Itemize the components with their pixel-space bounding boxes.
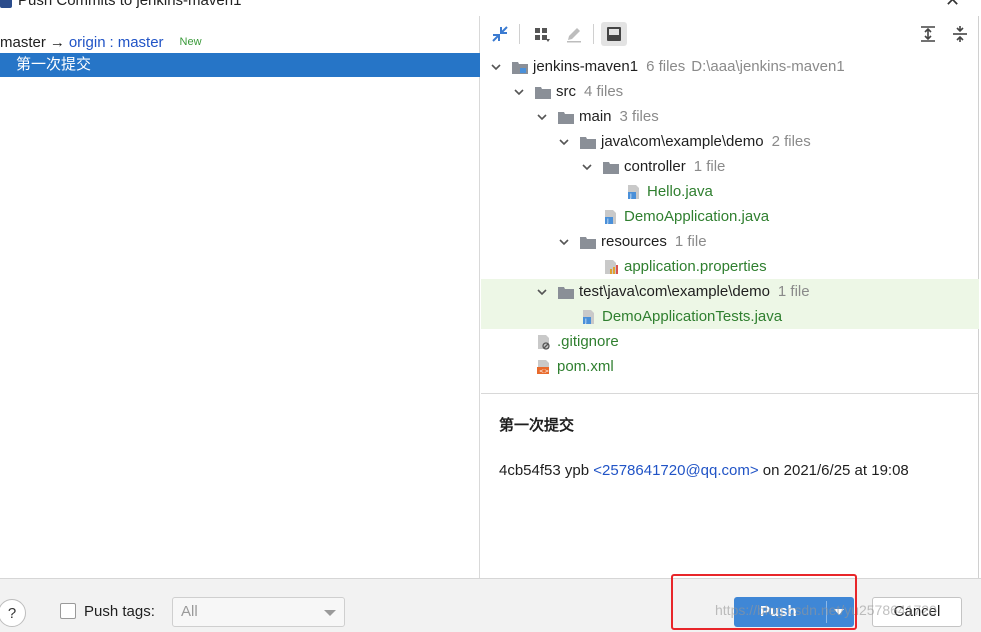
- commit-details: 第一次提交 4cb54f53 ypb <2578641720@qq.com> o…: [481, 393, 979, 578]
- tree-row-test-package[interactable]: test\java\com\example\demo 1 file: [481, 279, 979, 304]
- tree-label: test\java\com\example\demo: [579, 283, 770, 300]
- toolbar-divider: [519, 24, 520, 44]
- file-count: 4 files: [584, 83, 624, 100]
- gitignore-file-icon: [535, 334, 553, 350]
- tree-row-controller[interactable]: controller 1 file: [481, 154, 979, 179]
- tree-row-main[interactable]: main 3 files: [481, 104, 979, 129]
- svg-text:J: J: [629, 193, 632, 200]
- chevron-down-icon[interactable]: [557, 235, 571, 249]
- tree-row-src[interactable]: src 4 files: [481, 79, 979, 104]
- tree-label: DemoApplication.java: [624, 208, 770, 225]
- tree-row-pom[interactable]: <> pom.xml: [481, 354, 979, 379]
- tree-label: jenkins-maven1: [533, 58, 639, 75]
- java-file-icon: J: [602, 209, 620, 225]
- folder-icon: [557, 109, 575, 125]
- folder-icon: [579, 234, 597, 250]
- group-by-icon[interactable]: [529, 22, 555, 46]
- properties-file-icon: [602, 259, 620, 275]
- tree-label: main: [579, 108, 612, 125]
- module-icon: [511, 59, 529, 75]
- window-title: Push Commits to jenkins-maven1: [18, 0, 242, 9]
- tree-row-root[interactable]: jenkins-maven1 6 files D:\aaa\jenkins-ma…: [481, 54, 979, 79]
- close-icon[interactable]: ✕: [945, 0, 960, 11]
- window-titlebar: Push Commits to jenkins-maven1 ✕: [0, 0, 981, 14]
- commit-date: on 2021/6/25 at 19:08: [762, 462, 909, 479]
- chevron-down-icon[interactable]: [557, 135, 571, 149]
- push-tags-label: Push tags:: [84, 603, 155, 620]
- file-count: 2 files: [771, 133, 811, 150]
- java-file-icon: J: [580, 309, 598, 325]
- tree-row-demo-application-tests[interactable]: J DemoApplicationTests.java: [481, 304, 979, 329]
- folder-icon: [557, 284, 575, 300]
- tree-label: src: [556, 83, 576, 100]
- xml-file-icon: <>: [535, 359, 553, 375]
- commit-subject: 第一次提交: [499, 417, 575, 434]
- commit-info: 4cb54f53 ypb <2578641720@qq.com> on 2021…: [499, 462, 909, 479]
- tree-row-resources[interactable]: resources 1 file: [481, 229, 979, 254]
- tree-label: java\com\example\demo: [601, 133, 764, 150]
- push-tags-checkbox[interactable]: [60, 603, 76, 619]
- commits-pane: master → origin : master New 第一次提交: [0, 16, 480, 578]
- chevron-down-icon[interactable]: [535, 285, 549, 299]
- tree-label: DemoApplicationTests.java: [602, 308, 783, 325]
- expand-collapse-icon[interactable]: [487, 22, 513, 46]
- file-count: 1 file: [693, 158, 726, 175]
- java-file-icon: J: [625, 184, 643, 200]
- branch-row[interactable]: master → origin : master New: [0, 31, 202, 53]
- changes-pane: jenkins-maven1 6 files D:\aaa\jenkins-ma…: [481, 16, 979, 578]
- tree-label: pom.xml: [557, 358, 614, 375]
- svg-text:<>: <>: [539, 368, 549, 375]
- file-tree: jenkins-maven1 6 files D:\aaa\jenkins-ma…: [481, 54, 979, 404]
- edit-icon[interactable]: [561, 22, 587, 46]
- arrow-icon: →: [49, 33, 65, 51]
- remote-name[interactable]: origin: [69, 34, 106, 51]
- file-count: 1 file: [777, 283, 810, 300]
- tags-select-value: All: [181, 603, 198, 620]
- commit-author: ypb: [564, 462, 590, 479]
- help-icon[interactable]: ?: [0, 599, 26, 627]
- tree-label: controller: [624, 158, 686, 175]
- commit-row[interactable]: 第一次提交: [0, 53, 480, 77]
- local-branch: master: [0, 33, 46, 51]
- tags-select[interactable]: All: [172, 597, 345, 627]
- folder-icon: [579, 134, 597, 150]
- app-icon: [0, 0, 12, 8]
- tree-row-hello-java[interactable]: J Hello.java: [481, 179, 979, 204]
- svg-text:J: J: [584, 318, 587, 325]
- file-count: 6 files: [646, 58, 686, 75]
- preview-icon[interactable]: [601, 22, 627, 46]
- chevron-down-icon[interactable]: [535, 110, 549, 124]
- chevron-down-icon[interactable]: [580, 160, 594, 174]
- changes-toolbar: [481, 16, 979, 50]
- folder-icon: [602, 159, 620, 175]
- tree-label: application.properties: [624, 258, 767, 275]
- expand-all-icon[interactable]: [915, 22, 941, 46]
- file-count: 3 files: [619, 108, 659, 125]
- remote-separator: :: [109, 33, 114, 51]
- collapse-all-icon[interactable]: [947, 22, 973, 46]
- chevron-down-icon: [324, 610, 336, 616]
- tree-label: Hello.java: [647, 183, 713, 200]
- svg-text:J: J: [606, 218, 609, 225]
- annotation-highlight-box: [671, 574, 857, 630]
- tree-row-demo-application[interactable]: J DemoApplication.java: [481, 204, 979, 229]
- commit-email[interactable]: <2578641720@qq.com>: [593, 462, 758, 479]
- new-badge: New: [179, 36, 202, 48]
- commit-hash: 4cb54f53: [499, 462, 561, 479]
- tree-label: .gitignore: [557, 333, 619, 350]
- file-count: 1 file: [674, 233, 707, 250]
- tree-row-application-properties[interactable]: application.properties: [481, 254, 979, 279]
- tree-label: resources: [601, 233, 667, 250]
- chevron-down-icon[interactable]: [489, 60, 503, 74]
- tree-row-java-package[interactable]: java\com\example\demo 2 files: [481, 129, 979, 154]
- folder-icon: [534, 84, 552, 100]
- chevron-down-icon[interactable]: [512, 85, 526, 99]
- remote-branch[interactable]: master: [118, 34, 164, 51]
- folder-path: D:\aaa\jenkins-maven1: [691, 58, 845, 75]
- tree-row-gitignore[interactable]: .gitignore: [481, 329, 979, 354]
- toolbar-divider: [593, 24, 594, 44]
